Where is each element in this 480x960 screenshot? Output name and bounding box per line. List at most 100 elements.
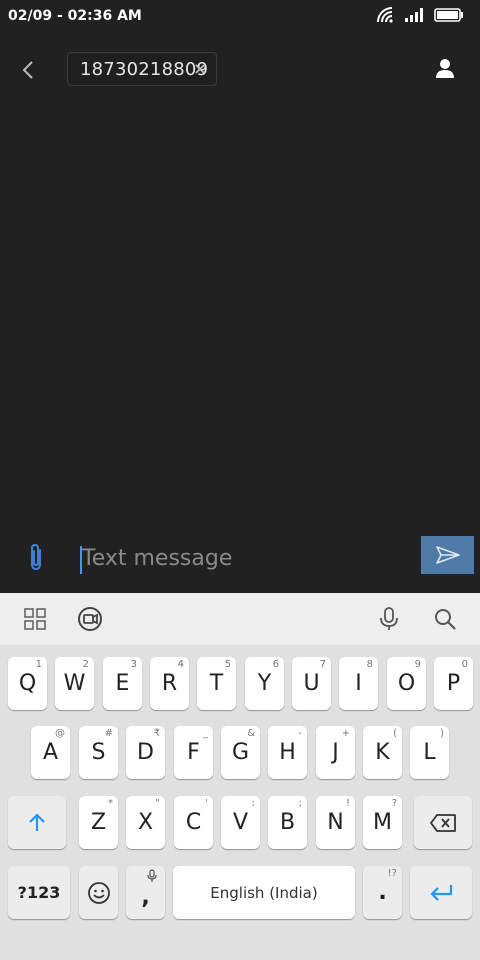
key-label: J bbox=[332, 740, 339, 765]
key-label: P bbox=[446, 671, 461, 696]
status-icons bbox=[376, 6, 464, 24]
conversation-header: 18730218809 bbox=[0, 46, 480, 94]
key-j[interactable]: J + bbox=[316, 726, 355, 779]
key-hint: 9 bbox=[414, 659, 421, 670]
key-label: E bbox=[115, 671, 130, 696]
apps-button[interactable] bbox=[21, 605, 49, 633]
shift-key[interactable] bbox=[8, 796, 66, 849]
recipient-number: 18730218809 bbox=[80, 58, 209, 80]
key-label: H bbox=[279, 740, 296, 765]
key-hint: _ bbox=[203, 728, 208, 739]
key-k[interactable]: K( bbox=[363, 726, 402, 779]
key-hint: ' bbox=[205, 798, 208, 809]
key-y[interactable]: Y6 bbox=[245, 657, 284, 710]
key-hint: * bbox=[108, 798, 113, 809]
key-label: K bbox=[375, 740, 390, 765]
contact-button[interactable] bbox=[432, 56, 458, 82]
key-i[interactable]: I8 bbox=[339, 657, 378, 710]
key-f[interactable]: F _ bbox=[174, 726, 213, 779]
key-label: N bbox=[327, 810, 344, 835]
key-label: L bbox=[423, 740, 436, 765]
search-icon bbox=[435, 609, 456, 630]
back-button[interactable] bbox=[14, 56, 42, 84]
space-key[interactable]: English (India) bbox=[173, 866, 355, 919]
key-z[interactable]: Z * bbox=[79, 796, 118, 849]
key-hint: + bbox=[341, 728, 350, 739]
key-t[interactable]: T5 bbox=[197, 657, 236, 710]
voice-input-button[interactable] bbox=[375, 605, 403, 633]
key-label: Z bbox=[90, 810, 107, 835]
enter-key[interactable] bbox=[410, 866, 472, 919]
key-label: B bbox=[279, 810, 296, 835]
backspace-key[interactable] bbox=[414, 796, 472, 849]
key-q[interactable]: Q1 bbox=[8, 657, 47, 710]
enter-arrow-icon bbox=[430, 884, 453, 901]
key-p[interactable]: P0 bbox=[434, 657, 473, 710]
key-hint: ) bbox=[440, 728, 444, 739]
key-hint: 7 bbox=[319, 659, 326, 670]
key-b[interactable]: B; bbox=[268, 796, 307, 849]
status-bar: 02/09 - 02:36 AM bbox=[0, 0, 480, 34]
period-key[interactable]: . !? bbox=[363, 866, 402, 919]
key-hint: - bbox=[298, 728, 302, 739]
key-hint: : bbox=[251, 798, 255, 809]
recipient-chip[interactable]: 18730218809 bbox=[67, 52, 217, 86]
key-hint: 0 bbox=[461, 659, 468, 670]
key-hint: ₹ bbox=[153, 728, 160, 739]
key-h[interactable]: H- bbox=[268, 726, 307, 779]
key-u[interactable]: U7 bbox=[292, 657, 331, 710]
key-a[interactable]: A @ bbox=[31, 726, 70, 779]
key-v[interactable]: V: bbox=[221, 796, 260, 849]
key-label: D bbox=[137, 740, 154, 765]
attach-button[interactable] bbox=[26, 542, 48, 572]
paperclip-icon bbox=[31, 543, 41, 571]
keyboard: Q1 W2 E3 R4 T5 Y6 U7 I8 O9 P0 A @ S # D ₹ F… bbox=[0, 593, 480, 960]
emoji-icon bbox=[87, 881, 110, 904]
key-hint: @ bbox=[55, 728, 65, 739]
key-d[interactable]: D ₹ bbox=[126, 726, 165, 779]
key-label: G bbox=[231, 740, 250, 765]
key-label: , bbox=[141, 885, 150, 910]
key-c[interactable]: C ' bbox=[174, 796, 213, 849]
remove-recipient-button[interactable] bbox=[192, 61, 208, 77]
emoji-key[interactable] bbox=[79, 866, 118, 919]
key-label: Y bbox=[257, 671, 272, 696]
key-label: Q bbox=[18, 671, 37, 696]
key-x[interactable]: X " bbox=[126, 796, 165, 849]
key-hint: ? bbox=[391, 798, 397, 809]
person-icon bbox=[436, 59, 454, 78]
key-g[interactable]: G & bbox=[221, 726, 260, 779]
key-o[interactable]: O9 bbox=[387, 657, 426, 710]
key-w[interactable]: W2 bbox=[55, 657, 94, 710]
key-label: F bbox=[187, 740, 200, 765]
key-hint: & bbox=[247, 728, 255, 739]
comma-key[interactable]: , bbox=[126, 866, 165, 919]
status-time: 02/09 - 02:36 AM bbox=[8, 8, 142, 24]
close-icon bbox=[195, 64, 205, 74]
key-hint: # bbox=[104, 728, 113, 739]
compose-bar bbox=[0, 530, 480, 592]
key-hint: ! bbox=[345, 798, 350, 809]
key-n[interactable]: N! bbox=[316, 796, 355, 849]
message-input[interactable] bbox=[80, 540, 402, 576]
key-l[interactable]: L) bbox=[410, 726, 449, 779]
send-button[interactable] bbox=[421, 536, 474, 574]
symbols-key[interactable]: ?123 bbox=[8, 866, 70, 919]
key-m[interactable]: M? bbox=[363, 796, 402, 849]
battery-icon bbox=[434, 8, 463, 22]
key-label: T bbox=[209, 671, 224, 696]
key-hint: ( bbox=[393, 728, 397, 739]
text-cursor bbox=[80, 546, 82, 574]
key-s[interactable]: S # bbox=[79, 726, 118, 779]
key-label: M bbox=[373, 810, 392, 835]
key-label: W bbox=[63, 671, 86, 696]
key-hint: ; bbox=[298, 798, 302, 809]
key-e[interactable]: E3 bbox=[103, 657, 142, 710]
key-r[interactable]: R4 bbox=[150, 657, 189, 710]
key-label: . bbox=[378, 880, 387, 905]
backspace-icon bbox=[430, 813, 456, 832]
key-hint: 1 bbox=[35, 659, 42, 670]
search-button[interactable] bbox=[431, 605, 459, 633]
sticker-button[interactable] bbox=[76, 605, 104, 633]
microphone-icon bbox=[147, 869, 157, 882]
